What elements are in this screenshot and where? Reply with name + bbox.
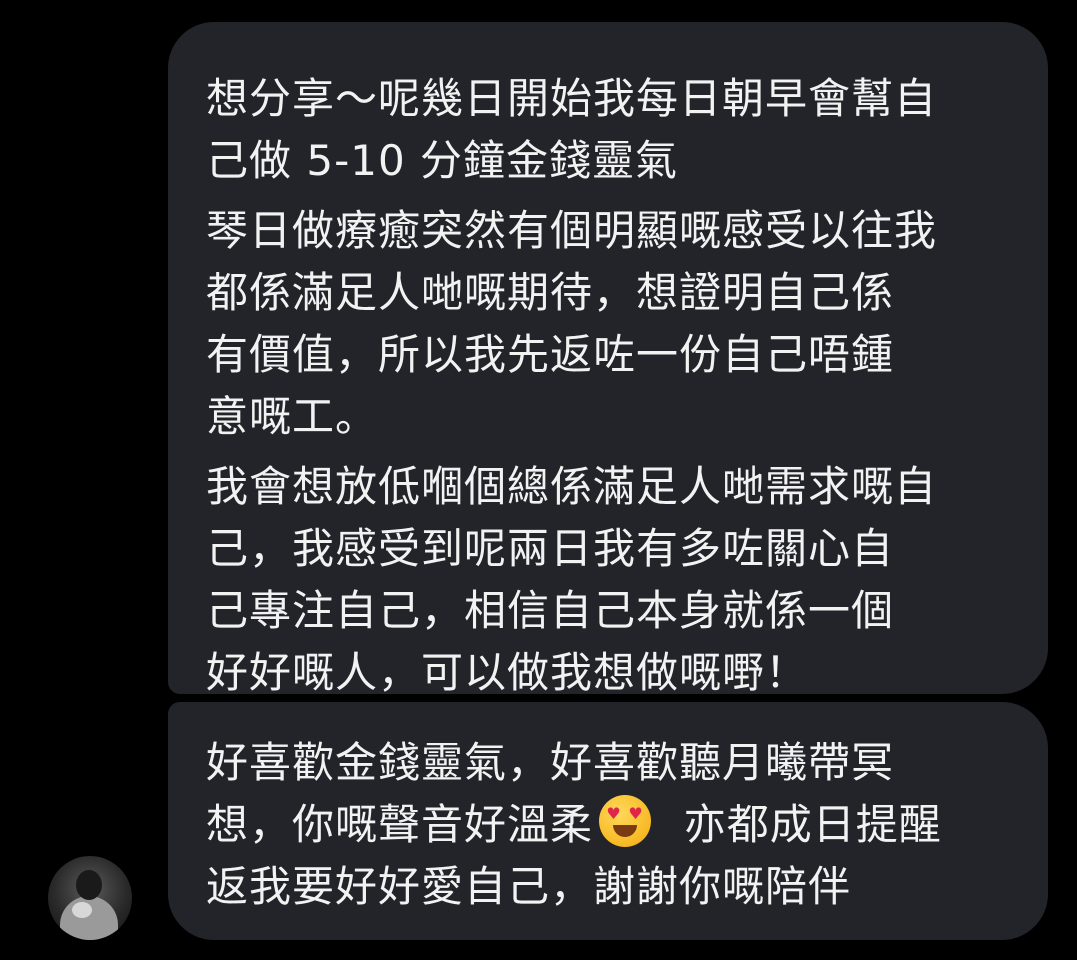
heart-eye-left-icon: ♥ [606, 804, 622, 823]
message-line: 我會想放低嗰個總係滿足人哋需求嘅自 [206, 462, 938, 511]
avatar-figure-head [76, 870, 102, 900]
message-line: 己，我感受到呢兩日我有多咗關心自 [206, 524, 895, 573]
message-text: 想，你嘅聲音好溫柔 [206, 800, 594, 849]
avatar-figure-hands [72, 902, 92, 918]
message-paragraph: 琴日做療癒突然有個明顯嘅感受以往我 都係滿足人哋嘅期待，想證明自己係 有價值，所… [206, 200, 1012, 448]
message-line: 有價值，所以我先返咗一份自己唔鍾 [206, 330, 895, 379]
message-paragraph: 好喜歡金錢靈氣，好喜歡聽月曦帶冥 想，你嘅聲音好溫柔 ♥ ♥ 亦都成日提醒 返我要好… [206, 732, 1012, 918]
message-line: 己做 5-10 分鐘金錢靈氣 [206, 136, 679, 185]
message-text: 亦都成日提醒 [683, 800, 942, 849]
heart-eye-right-icon: ♥ [628, 804, 644, 823]
message-line: 想，你嘅聲音好溫柔 ♥ ♥ 亦都成日提醒 [206, 794, 1012, 856]
message-bubble[interactable]: 好喜歡金錢靈氣，好喜歡聽月曦帶冥 想，你嘅聲音好溫柔 ♥ ♥ 亦都成日提醒 返我要好… [168, 702, 1048, 940]
message-bubble[interactable]: 想分享～呢幾日開始我每日朝早會幫自 己做 5-10 分鐘金錢靈氣 琴日做療癒突然… [168, 22, 1048, 697]
message-line: 好喜歡金錢靈氣，好喜歡聽月曦帶冥 [206, 738, 895, 787]
chat-thread: 想分享～呢幾日開始我每日朝早會幫自 己做 5-10 分鐘金錢靈氣 琴日做療癒突然… [0, 0, 1077, 960]
message-paragraph: 我會想放低嗰個總係滿足人哋需求嘅自 己，我感受到呢兩日我有多咗關心自 己專注自己… [206, 456, 1012, 704]
message-line: 好好嘅人，可以做我想做嘅嘢！ [206, 648, 809, 697]
message-paragraph: 想分享～呢幾日開始我每日朝早會幫自 己做 5-10 分鐘金錢靈氣 [206, 68, 1012, 192]
message-line: 意嘅工。 [206, 392, 379, 441]
sender-avatar[interactable] [48, 856, 132, 940]
message-line: 己專注自己，相信自己本身就係一個 [206, 586, 895, 635]
message-line: 返我要好好愛自己，謝謝你嘅陪伴 [206, 862, 852, 911]
message-line: 想分享～呢幾日開始我每日朝早會幫自 [206, 74, 938, 123]
message-line: 琴日做療癒突然有個明顯嘅感受以往我 [206, 206, 938, 255]
heart-eyes-emoji-icon: ♥ ♥ [599, 795, 652, 847]
avatar-figure-body [60, 896, 118, 940]
emoji-mouth [613, 825, 638, 837]
message-line: 都係滿足人哋嘅期待，想證明自己係 [206, 268, 895, 317]
